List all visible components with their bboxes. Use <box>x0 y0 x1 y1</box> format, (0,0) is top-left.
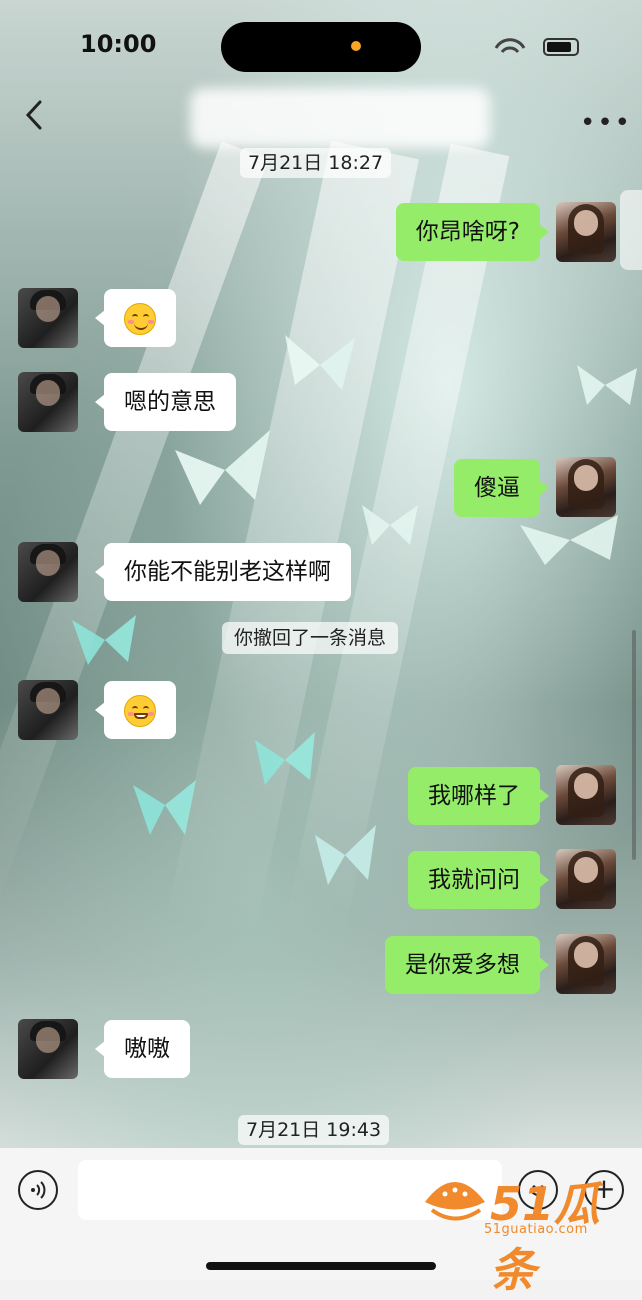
grinning-face-icon <box>124 694 156 727</box>
timestamp: 7月21日 19:43 <box>238 1115 390 1145</box>
contact-name-redacted <box>190 88 490 148</box>
butterfly-decoration <box>133 780 196 835</box>
voice-icon[interactable] <box>18 1170 58 1210</box>
recall-notice: 你撤回了一条消息 <box>222 622 399 654</box>
my-avatar[interactable] <box>556 765 616 825</box>
my-avatar[interactable] <box>556 934 616 994</box>
message-bubble-incoming[interactable] <box>95 681 176 739</box>
watermark-url: 51guatiao.com <box>484 1222 588 1237</box>
voice-wave-icon <box>31 1181 46 1199</box>
privacy-indicator-icon <box>351 41 361 51</box>
message-bubble-outgoing[interactable]: 我就问问 <box>408 851 549 909</box>
contact-avatar[interactable] <box>18 1019 78 1079</box>
message-bubble-outgoing[interactable]: 傻逼 <box>454 459 549 517</box>
home-indicator[interactable] <box>206 1262 436 1270</box>
butterfly-decoration <box>315 825 376 885</box>
dynamic-island <box>221 22 421 72</box>
butterfly-decoration <box>255 732 315 785</box>
scrollbar[interactable] <box>632 630 636 860</box>
butterfly-decoration <box>285 335 355 390</box>
watermark-logo: 51瓜条 51guatiao.com <box>420 1168 630 1297</box>
chat-header: ••• <box>0 80 642 150</box>
chevron-left-icon[interactable] <box>20 98 50 132</box>
message-bubble-outgoing[interactable]: 是你爱多想 <box>385 936 549 994</box>
butterfly-decoration <box>72 615 136 665</box>
watermelon-logo-icon <box>425 1182 485 1221</box>
contact-avatar[interactable] <box>18 542 78 602</box>
message-bubble-incoming[interactable]: 嗯的意思 <box>95 373 236 431</box>
battery-icon <box>543 38 579 56</box>
scroll-edge-overlay <box>620 190 642 270</box>
butterfly-decoration <box>175 430 270 505</box>
contact-avatar[interactable] <box>18 288 78 348</box>
message-bubble-incoming[interactable]: 嗷嗷 <box>95 1020 190 1078</box>
contact-avatar[interactable] <box>18 372 78 432</box>
my-avatar[interactable] <box>556 202 616 262</box>
message-bubble-outgoing[interactable]: 你昂啥呀? <box>395 203 550 261</box>
smiling-face-icon <box>124 302 156 335</box>
butterfly-decoration <box>577 365 637 405</box>
butterfly-decoration <box>362 505 418 545</box>
message-bubble-outgoing[interactable]: 我哪样了 <box>408 767 549 825</box>
status-bar-time: 10:00 <box>80 30 157 58</box>
butterfly-decoration <box>520 515 618 565</box>
my-avatar[interactable] <box>556 849 616 909</box>
message-bubble-incoming[interactable] <box>95 289 176 347</box>
wifi-icon <box>494 38 526 54</box>
message-bubble-incoming[interactable]: 你能不能别老这样啊 <box>95 543 351 601</box>
contact-avatar[interactable] <box>18 680 78 740</box>
timestamp: 7月21日 18:27 <box>240 148 392 178</box>
my-avatar[interactable] <box>556 457 616 517</box>
more-icon[interactable]: ••• <box>580 108 632 138</box>
